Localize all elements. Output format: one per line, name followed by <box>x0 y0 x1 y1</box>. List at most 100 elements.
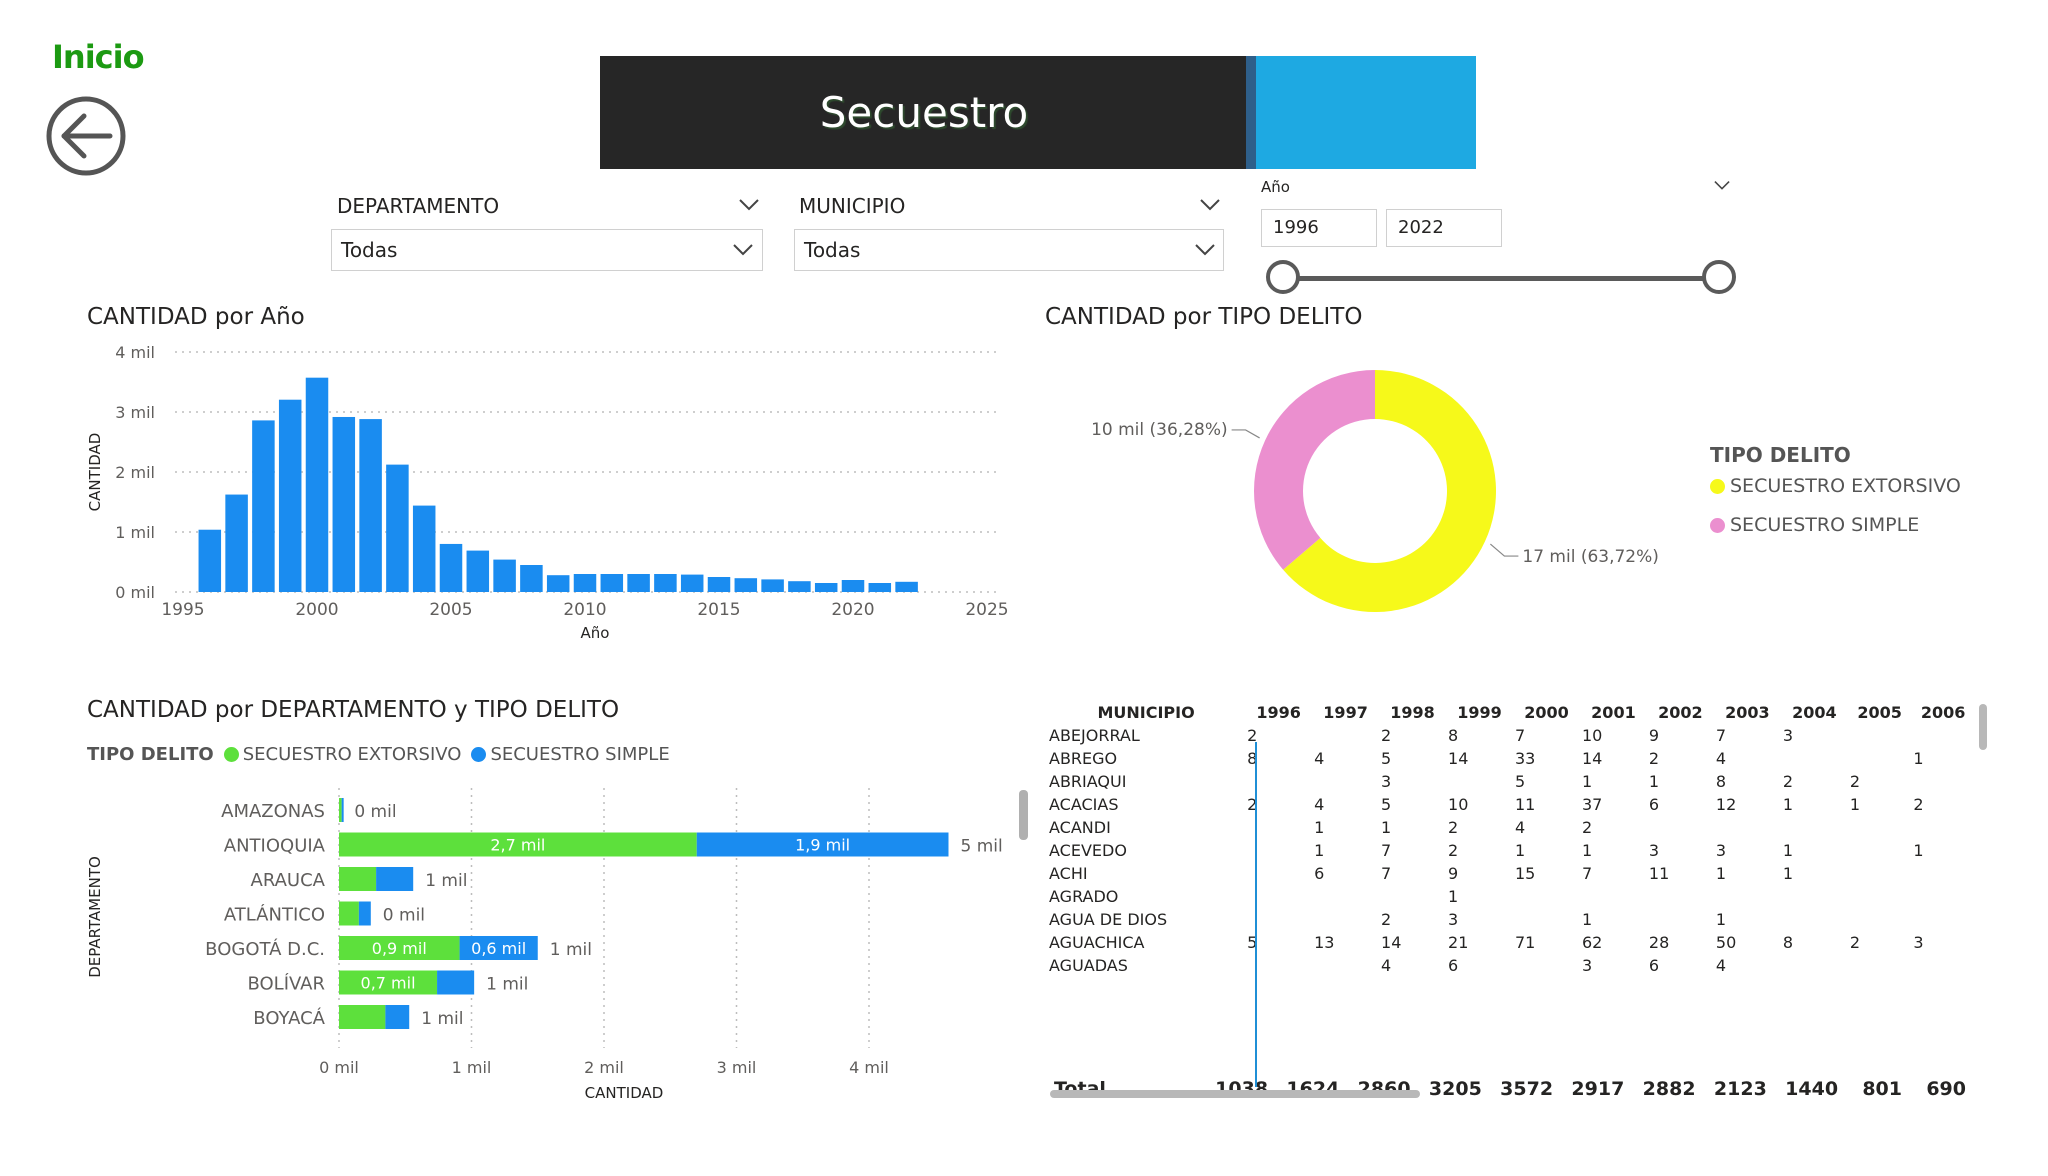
matrix-row[interactable]: AGRADO 1 <box>1048 886 1974 907</box>
matrix-row[interactable]: ACEVEDO 1 7 2 1 1 3 3 1 1 <box>1048 840 1974 861</box>
year-bar[interactable] <box>466 550 490 592</box>
matrix-header-year[interactable]: 2003 <box>1715 702 1780 723</box>
matrix-header-year[interactable]: 1999 <box>1447 702 1512 723</box>
value-cell: 4 <box>1715 749 1727 768</box>
total-data-label: 1 mil <box>425 871 467 891</box>
year-bar[interactable] <box>841 580 865 592</box>
value-cell <box>1912 909 1974 930</box>
donut-slice[interactable] <box>1254 370 1375 570</box>
year-bar[interactable] <box>895 581 918 592</box>
stacked-bar-segment[interactable] <box>339 901 359 926</box>
year-bar[interactable] <box>546 575 570 592</box>
value-cell: 5 <box>1514 772 1526 791</box>
matrix-row[interactable]: AGUADAS 4 6 3 6 4 <box>1048 955 1974 976</box>
value-cell: 1 <box>1581 910 1593 929</box>
value-cell: 2 <box>1581 818 1593 837</box>
x-tick-label: 2010 <box>563 600 606 620</box>
year-bar[interactable] <box>788 581 811 592</box>
category-label: ATLÁNTICO <box>224 904 325 926</box>
y-tick-label: 4 mil <box>115 343 155 362</box>
value-cell: 62 <box>1581 933 1603 952</box>
matrix-horizontal-scrollbar[interactable] <box>1050 1090 1420 1098</box>
matrix-header-year[interactable]: 1996 <box>1246 702 1311 723</box>
inicio-link[interactable]: Inicio <box>52 38 145 76</box>
total-label: Total <box>1054 1078 1106 1100</box>
matrix-row[interactable]: AGUA DE DIOS 2 3 1 1 <box>1048 909 1974 930</box>
donut-legend-item-simple[interactable]: SECUESTRO SIMPLE <box>1710 514 1919 536</box>
category-label: BOGOTÁ D.C. <box>205 938 325 960</box>
value-cell: 50 <box>1715 933 1737 952</box>
matrix-row[interactable]: ACACIAS 2 4 5 10 11 37 6 12 1 1 2 <box>1048 794 1974 815</box>
chevron-down-icon[interactable] <box>738 198 760 212</box>
legend-label[interactable]: SECUESTRO SIMPLE <box>490 744 669 765</box>
back-button[interactable] <box>46 96 126 176</box>
year-bar[interactable] <box>252 420 275 592</box>
matrix-row[interactable]: ACHI 6 7 9 15 7 11 1 1 <box>1048 863 1974 884</box>
year-bar[interactable] <box>761 579 784 592</box>
year-bar[interactable] <box>734 578 758 592</box>
year-bar[interactable] <box>332 416 356 592</box>
matrix-header-year[interactable]: 2000 <box>1514 702 1579 723</box>
year-bar[interactable] <box>573 574 597 592</box>
value-cell: 1 <box>1715 864 1727 883</box>
anio-to-input[interactable]: 2022 <box>1386 209 1502 247</box>
value-cell <box>1715 817 1780 838</box>
depto-scrollbar[interactable] <box>1019 790 1028 840</box>
matrix-header-year[interactable]: 1998 <box>1380 702 1445 723</box>
value-cell: 4 <box>1314 749 1325 768</box>
matrix-row[interactable]: ABRIAQUI 3 5 1 1 8 2 2 <box>1048 771 1974 792</box>
year-slider-handle-start[interactable] <box>1266 260 1300 294</box>
stacked-bar-segment[interactable] <box>339 798 342 822</box>
year-bar[interactable] <box>386 464 409 592</box>
stacked-bar-segment[interactable] <box>339 1005 386 1029</box>
matrix-row[interactable]: ABEJORRAL 2 2 8 7 10 9 7 3 <box>1048 725 1974 746</box>
matrix-header-year[interactable]: 1997 <box>1313 702 1378 723</box>
year-bar[interactable] <box>305 377 329 592</box>
matrix-header-year[interactable]: 2006 <box>1912 702 1974 723</box>
year-bar[interactable] <box>278 399 302 592</box>
matrix-row[interactable]: ACANDI 1 1 2 4 2 <box>1048 817 1974 838</box>
matrix-vertical-scrollbar[interactable] <box>1979 704 1987 750</box>
year-bar[interactable] <box>520 565 543 592</box>
stacked-bar-segment[interactable] <box>376 867 414 891</box>
arrow-left-circle-icon <box>46 96 126 176</box>
year-bar[interactable] <box>493 559 516 592</box>
stacked-bar-segment[interactable] <box>339 867 377 891</box>
anio-from-input[interactable]: 1996 <box>1261 209 1377 247</box>
year-bar[interactable] <box>198 529 222 592</box>
year-bar[interactable] <box>680 574 704 592</box>
matrix-header-year[interactable]: 2004 <box>1782 702 1847 723</box>
value-cell: 2 <box>1448 818 1459 837</box>
stacked-bar-segment[interactable] <box>341 798 344 822</box>
chevron-down-icon[interactable] <box>1199 198 1221 212</box>
year-bar[interactable] <box>868 583 892 592</box>
year-bar[interactable] <box>225 494 248 592</box>
year-bar[interactable] <box>654 574 677 592</box>
year-bar[interactable] <box>600 574 624 592</box>
departamento-dropdown[interactable]: Todas <box>331 229 763 271</box>
stacked-bar-segment[interactable] <box>437 970 475 995</box>
legend-dot-icon <box>1710 517 1725 533</box>
matrix-row[interactable]: AGUACHICA 5 13 14 21 71 62 28 50 8 2 3 <box>1048 932 1974 953</box>
year-bar[interactable] <box>627 574 650 592</box>
matrix-row[interactable]: ABREGO 8 4 5 14 33 14 2 4 1 <box>1048 748 1974 769</box>
stacked-bar-segment[interactable] <box>385 1005 410 1029</box>
year-bar[interactable] <box>439 543 463 592</box>
year-slider-track[interactable] <box>1284 276 1719 281</box>
stacked-bar-segment[interactable] <box>358 901 371 926</box>
legend-label[interactable]: SECUESTRO EXTORSIVO <box>243 744 462 765</box>
donut-legend-item-extorsivo[interactable]: SECUESTRO EXTORSIVO <box>1710 475 1961 497</box>
chevron-down-icon[interactable] <box>1713 180 1731 191</box>
category-label: BOLÍVAR <box>247 973 325 995</box>
municipio-dropdown[interactable]: Todas <box>794 229 1224 271</box>
year-slider-handle-end[interactable] <box>1702 260 1736 294</box>
year-bar[interactable] <box>707 577 731 592</box>
matrix-header-year[interactable]: 2002 <box>1648 702 1713 723</box>
value-cell: 7 <box>1381 864 1392 883</box>
matrix-header-year[interactable]: 2001 <box>1581 702 1646 723</box>
year-bar[interactable] <box>412 505 436 592</box>
year-bar[interactable] <box>814 583 838 592</box>
year-bar[interactable] <box>359 419 382 592</box>
matrix-header-municipio[interactable]: MUNICIPIO <box>1048 702 1244 723</box>
matrix-header-year[interactable]: 2005 <box>1849 702 1911 723</box>
